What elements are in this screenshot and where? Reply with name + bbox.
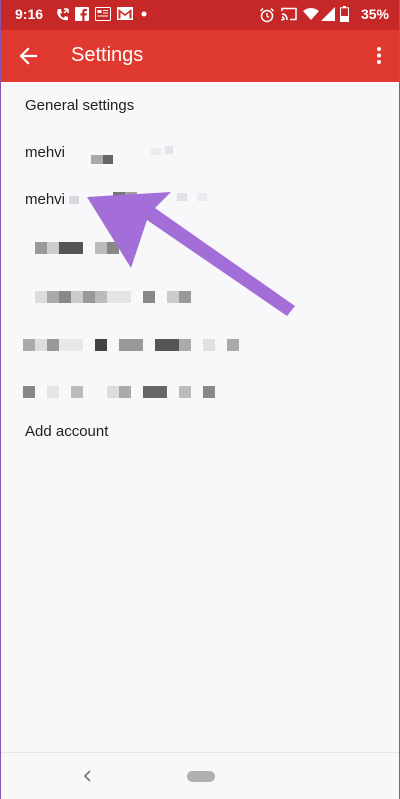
- navigation-bar: [1, 752, 399, 799]
- phone-screen: 9:16 35% Settings General settings mehvi…: [1, 0, 399, 799]
- annotation-arrow: [87, 192, 295, 316]
- nav-back-button[interactable]: [77, 765, 99, 787]
- nav-home-button[interactable]: [187, 771, 215, 782]
- chevron-left-icon: [83, 770, 91, 782]
